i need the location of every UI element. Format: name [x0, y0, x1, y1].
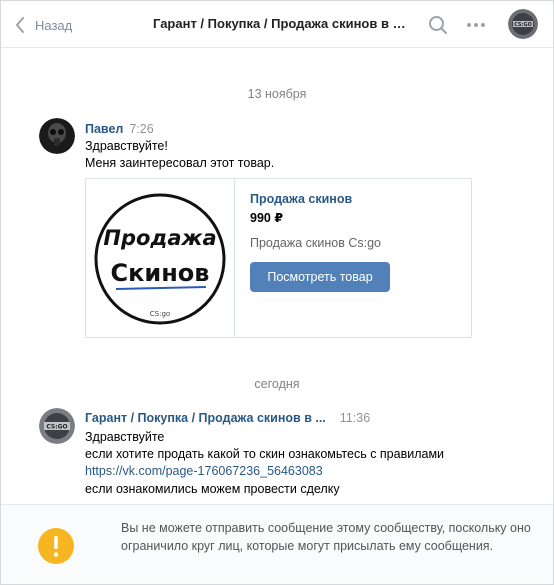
product-description: Продажа скинов Cs:go: [250, 236, 381, 250]
notice-text: Вы не можете отправить сообщение этому с…: [121, 521, 531, 553]
warning-icon: [38, 528, 74, 564]
message-header: Павел 7:26: [85, 122, 154, 136]
message-text: Меня заинтересовал этот товар.: [85, 156, 275, 170]
message-time: 7:26: [129, 122, 154, 136]
view-product-button[interactable]: Посмотреть товар: [250, 262, 390, 292]
product-image[interactable]: Продажа Скинов CS:go: [86, 179, 235, 337]
restriction-notice: Вы не можете отправить сообщение этому с…: [1, 504, 553, 584]
product-card[interactable]: Продажа Скинов CS:go Продажа скинов 990 …: [85, 178, 472, 338]
message-author[interactable]: Павел: [85, 122, 123, 136]
message-link[interactable]: https://vk.com/page-176067236_56463083: [85, 464, 323, 478]
message-time: 11:36: [339, 411, 371, 425]
avatar[interactable]: CS:GO: [39, 408, 75, 444]
message-text: если ознакомились можем провести сделку: [85, 482, 340, 496]
more-icon[interactable]: [465, 17, 487, 33]
message-text: Здравствуйте: [85, 430, 165, 444]
dialog-window: Назад Гарант / Покупка / Продажа скинов …: [0, 0, 554, 585]
product-image-text-1: Продажа: [103, 226, 216, 250]
dialog-header: Назад Гарант / Покупка / Продажа скинов …: [1, 1, 553, 48]
product-image-text-3: CS:go: [150, 310, 170, 318]
message-text: если хотите продать какой то скин ознако…: [85, 447, 445, 461]
product-image-text-2: Скинов: [111, 259, 210, 287]
back-label: Назад: [35, 17, 73, 33]
message-text: Здравствуйте!: [85, 139, 168, 153]
date-separator: сегодня: [254, 377, 300, 391]
product-title[interactable]: Продажа скинов: [250, 192, 352, 206]
product-price: 990 ₽: [250, 211, 284, 225]
message-header: Гарант / Покупка / Продажа скинов в ... 1…: [85, 411, 370, 425]
chevron-left-icon: [16, 17, 24, 33]
avatar[interactable]: [39, 118, 75, 154]
search-icon[interactable]: [428, 15, 448, 35]
message-author[interactable]: Гарант / Покупка / Продажа скинов в ...: [85, 411, 326, 425]
svg-text:CS:GO: CS:GO: [514, 22, 532, 28]
back-button[interactable]: Назад: [15, 15, 72, 35]
date-separator: 13 ноября: [247, 87, 307, 101]
community-avatar[interactable]: CS:GO: [508, 9, 538, 39]
dialog-title[interactable]: Гарант / Покупка / Продажа скинов в Cs:g…: [153, 16, 413, 31]
svg-text:CS:GO: CS:GO: [46, 424, 67, 431]
